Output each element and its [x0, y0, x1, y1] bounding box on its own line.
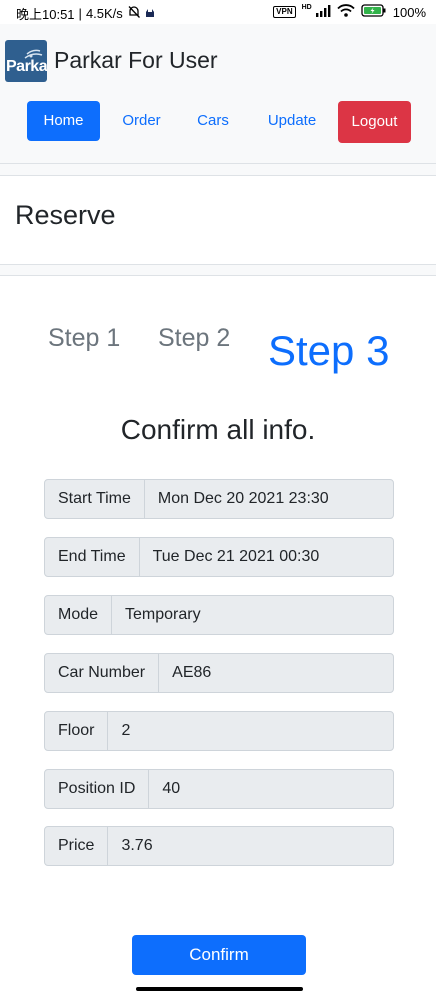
page-title: Reserve: [15, 200, 116, 230]
nav-cars-link[interactable]: Cars: [188, 101, 238, 141]
wifi-icon: [337, 4, 355, 20]
info-label: Price: [45, 827, 109, 865]
logout-button[interactable]: Logout: [338, 101, 411, 143]
page-header: Reserve: [0, 175, 436, 265]
info-value: 2: [121, 722, 131, 739]
confirm-button[interactable]: Confirm: [132, 935, 306, 975]
info-value: AE86: [172, 664, 212, 681]
status-right: VPN HD 100%: [273, 4, 426, 20]
info-row-mode: Mode Temporary: [44, 595, 394, 635]
info-value: Tue Dec 21 2021 00:30: [152, 548, 320, 565]
home-indicator[interactable]: [136, 987, 303, 991]
battery-percent: 100%: [392, 4, 426, 20]
info-value: 3.76: [121, 837, 153, 854]
info-label: Mode: [45, 596, 113, 634]
logo-text: Parkar: [6, 58, 47, 75]
status-net-speed: 4.5K/s: [85, 6, 123, 21]
battery-icon: [361, 4, 387, 20]
info-row-price: Price 3.76: [44, 826, 394, 866]
navbar: Parkar Parkar For User Home Order Cars U…: [0, 24, 436, 164]
status-bar: 晚上10:51 | 4.5K/s VPN HD 100%: [0, 0, 436, 24]
info-value: Temporary: [125, 606, 201, 623]
info-label: Position ID: [45, 770, 150, 808]
nav-update-link[interactable]: Update: [260, 101, 324, 141]
step-2-label[interactable]: Step 2: [158, 324, 230, 353]
status-divider: |: [78, 6, 82, 21]
status-left: 晚上10:51 | 4.5K/s: [16, 4, 155, 23]
info-row-position-id: Position ID 40: [44, 769, 394, 809]
info-row-end-time: End Time Tue Dec 21 2021 00:30: [44, 537, 394, 577]
step-3-label-active[interactable]: Step 3: [268, 327, 389, 375]
info-value: 40: [162, 780, 181, 797]
status-time: 晚上10:51: [16, 7, 75, 22]
app-brand[interactable]: Parkar For User: [54, 47, 218, 74]
info-label: Floor: [45, 712, 109, 750]
main-content: Step 1 Step 2 Step 3 Confirm all info. S…: [0, 275, 436, 993]
info-value: Mon Dec 20 2021 23:30: [157, 490, 329, 507]
vpn-badge: VPN: [273, 6, 296, 18]
info-label: Start Time: [45, 480, 145, 518]
info-row-floor: Floor 2: [44, 711, 394, 751]
step-1-label[interactable]: Step 1: [48, 324, 120, 353]
confirm-heading: Confirm all info.: [120, 414, 316, 445]
info-row-start-time: Start Time Mon Dec 20 2021 23:30: [44, 479, 394, 519]
hd-label: HD: [301, 4, 312, 11]
info-label: End Time: [45, 538, 140, 576]
bell-muted-icon: [127, 5, 141, 22]
nav-order-link[interactable]: Order: [113, 101, 170, 141]
info-row-car-number: Car Number AE86: [44, 653, 394, 693]
signal-icon: [315, 4, 331, 20]
parkar-logo[interactable]: Parkar: [5, 40, 47, 82]
info-label: Car Number: [45, 654, 160, 692]
app-notification-icon: [145, 6, 155, 21]
nav-home-button[interactable]: Home: [27, 101, 100, 141]
